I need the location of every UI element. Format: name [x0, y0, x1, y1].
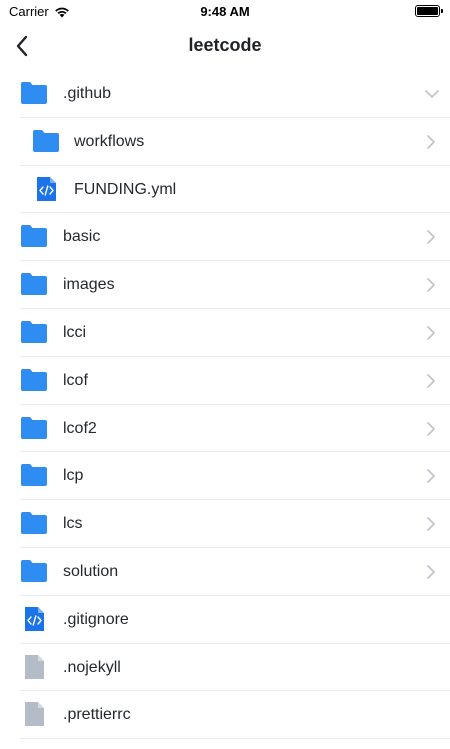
folder-row[interactable]: lcci — [20, 309, 450, 357]
item-label: lcci — [63, 323, 87, 341]
file-list: .github workflows FUNDING.yml basic images lc… — [0, 70, 450, 740]
battery-icon — [415, 5, 443, 17]
folder-icon — [20, 319, 48, 345]
status-bar: Carrier 9:48 AM — [0, 0, 450, 22]
folder-icon — [20, 462, 48, 488]
folder-row[interactable]: basic — [20, 213, 450, 262]
navigation-bar: leetcode — [0, 22, 450, 70]
item-label: FUNDING.yml — [74, 180, 177, 198]
folder-icon — [20, 80, 48, 106]
item-label: lcs — [63, 515, 83, 533]
item-label: lcof — [63, 371, 88, 389]
chevron-right-icon — [424, 421, 438, 437]
folder-icon — [20, 367, 48, 393]
chevron-right-icon — [424, 373, 438, 389]
code-file-icon — [20, 606, 48, 632]
chevron-right-icon — [424, 516, 438, 532]
file-icon — [20, 701, 48, 727]
folder-icon — [20, 271, 48, 297]
folder-row[interactable]: lcp — [20, 452, 450, 501]
folder-row[interactable]: lcs — [20, 500, 450, 548]
file-row[interactable]: FUNDING.yml — [20, 166, 450, 214]
item-label: lcp — [63, 467, 84, 485]
chevron-right-icon — [424, 134, 438, 150]
item-label: .nojekyll — [63, 658, 121, 676]
chevron-right-icon — [424, 564, 438, 580]
folder-icon — [32, 128, 60, 154]
folder-row[interactable]: images — [20, 261, 450, 309]
file-row[interactable]: .prettierrc — [20, 691, 450, 740]
item-label: images — [63, 276, 115, 294]
item-label: lcof2 — [63, 419, 97, 437]
folder-row[interactable]: workflows — [20, 118, 450, 166]
folder-row[interactable]: .github — [20, 70, 450, 118]
folder-row[interactable]: solution — [20, 548, 450, 596]
chevron-right-icon — [424, 468, 438, 484]
page-title: leetcode — [188, 35, 262, 55]
file-row[interactable]: .gitignore — [20, 596, 450, 644]
chevron-down-icon — [424, 86, 439, 102]
folder-row[interactable]: lcof — [20, 357, 450, 405]
item-label: solution — [63, 562, 119, 580]
folder-icon — [20, 415, 48, 441]
item-label: basic — [63, 228, 101, 246]
item-label: .github — [63, 85, 112, 102]
file-icon — [20, 654, 48, 680]
code-file-icon — [32, 176, 60, 202]
item-label: .prettierrc — [63, 706, 131, 724]
chevron-right-icon — [424, 325, 438, 341]
folder-row[interactable]: lcof2 — [20, 405, 450, 453]
chevron-right-icon — [424, 229, 438, 245]
item-label: .gitignore — [63, 610, 129, 628]
item-label: workflows — [74, 132, 145, 150]
folder-icon — [20, 558, 48, 584]
folder-icon — [20, 510, 48, 536]
chevron-right-icon — [424, 277, 438, 293]
file-row[interactable]: .nojekyll — [20, 644, 450, 692]
status-time: 9:48 AM — [200, 4, 250, 19]
folder-icon — [20, 223, 48, 249]
